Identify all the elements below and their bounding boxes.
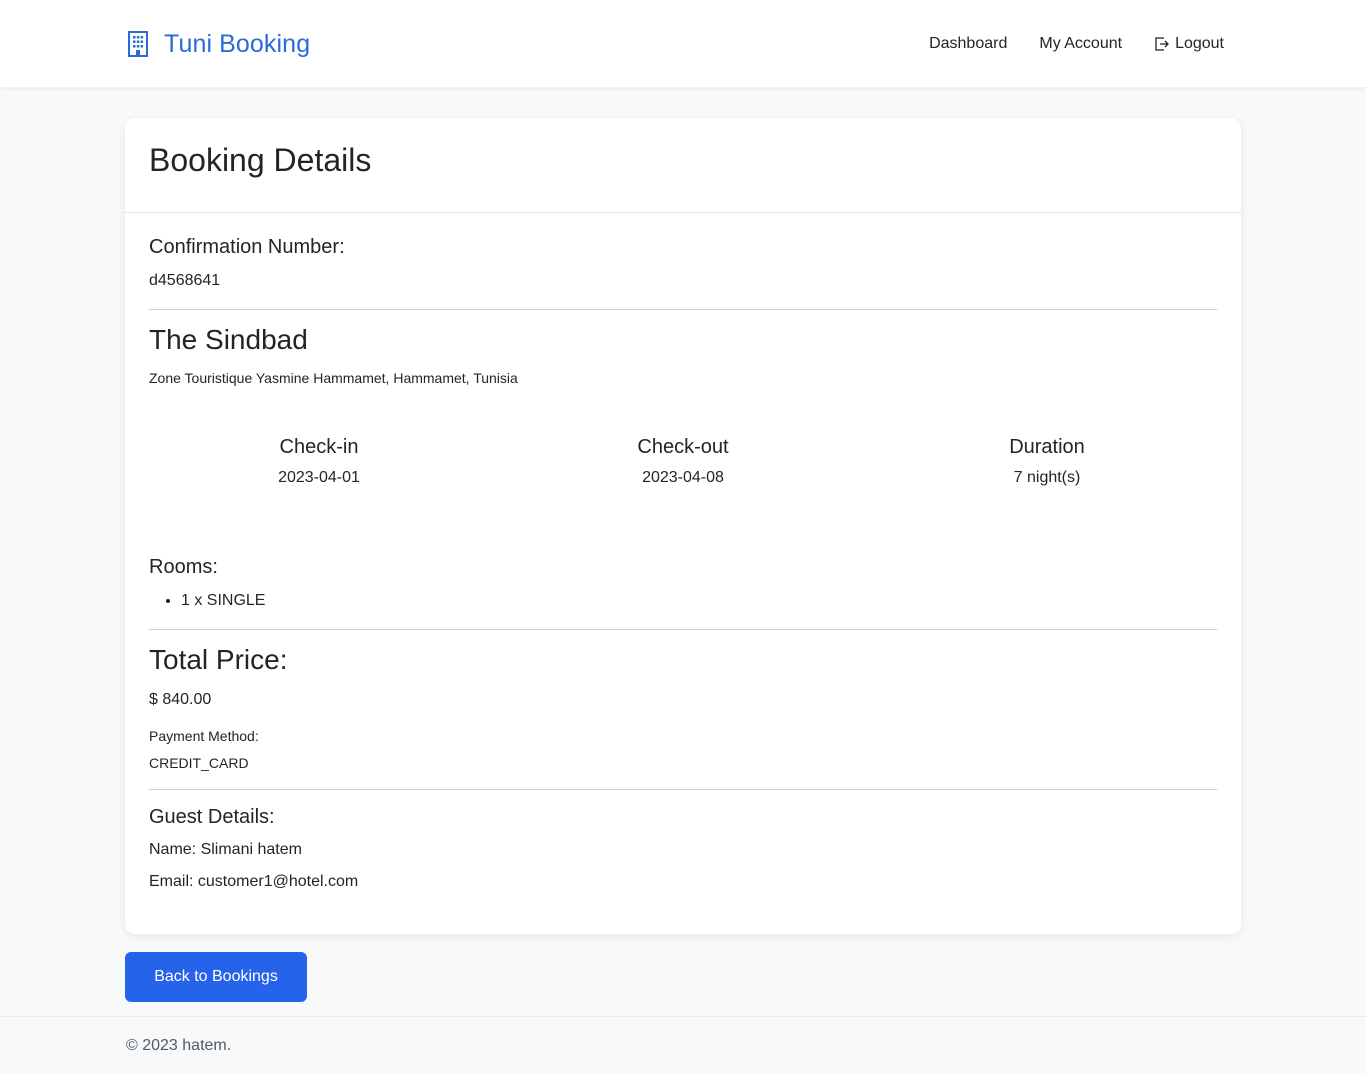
- building-icon: [128, 31, 148, 57]
- nav-dashboard[interactable]: Dashboard: [929, 35, 1007, 53]
- duration-value: 7 night(s): [1013, 469, 1081, 486]
- divider: [149, 629, 1217, 630]
- guest-name: Name: Slimani hatem: [149, 841, 302, 858]
- payment-method-value: CREDIT_CARD: [149, 755, 249, 771]
- divider: [149, 309, 1217, 310]
- navbar: Tuni Booking Dashboard My Account Logout: [0, 0, 1366, 88]
- guest-email: Email: customer1@hotel.com: [149, 873, 359, 890]
- divider: [149, 789, 1217, 790]
- checkout-label: Check-out: [637, 436, 729, 458]
- checkin-value: 2023-04-01: [278, 469, 360, 486]
- guest-details-label: Guest Details:: [149, 806, 275, 828]
- checkin-label: Check-in: [279, 436, 359, 458]
- footer: © 2023 hatem.: [0, 1016, 1366, 1074]
- total-price-value: $ 840.00: [149, 691, 212, 708]
- logout-label: Logout: [1175, 35, 1224, 52]
- card-header: Booking Details: [125, 118, 1241, 213]
- footer-copyright: © 2023 hatem.: [126, 1037, 232, 1054]
- checkout-block: Check-out 2023-04-08: [505, 436, 861, 487]
- total-price-label: Total Price:: [149, 644, 288, 675]
- duration-block: Duration 7 night(s): [869, 436, 1225, 487]
- confirmation-label: Confirmation Number:: [149, 236, 345, 258]
- rooms-list: 1 x SINGLE: [181, 592, 265, 610]
- nav-my-account[interactable]: My Account: [1039, 35, 1122, 53]
- hotel-address: Zone Touristique Yasmine Hammamet, Hamma…: [149, 370, 518, 386]
- hotel-name: The Sindbad: [149, 324, 308, 355]
- payment-method-label: Payment Method:: [149, 728, 259, 744]
- checkout-value: 2023-04-08: [642, 469, 724, 486]
- logout-icon: [1155, 37, 1169, 51]
- page-title: Booking Details: [149, 142, 372, 178]
- rooms-label: Rooms:: [149, 556, 218, 578]
- back-to-bookings-button[interactable]: Back to Bookings: [125, 952, 307, 1002]
- confirmation-number: d4568641: [149, 272, 221, 289]
- brand-link[interactable]: Tuni Booking: [126, 28, 310, 60]
- nav-logout[interactable]: Logout: [1154, 35, 1224, 53]
- checkin-block: Check-in 2023-04-01: [141, 436, 497, 487]
- duration-label: Duration: [1009, 436, 1085, 458]
- nav-links: Dashboard My Account Logout: [929, 33, 1224, 55]
- brand-name: Tuni Booking: [164, 29, 311, 58]
- room-item: 1 x SINGLE: [181, 592, 265, 610]
- booking-card: Booking Details Confirmation Number: d45…: [125, 118, 1241, 934]
